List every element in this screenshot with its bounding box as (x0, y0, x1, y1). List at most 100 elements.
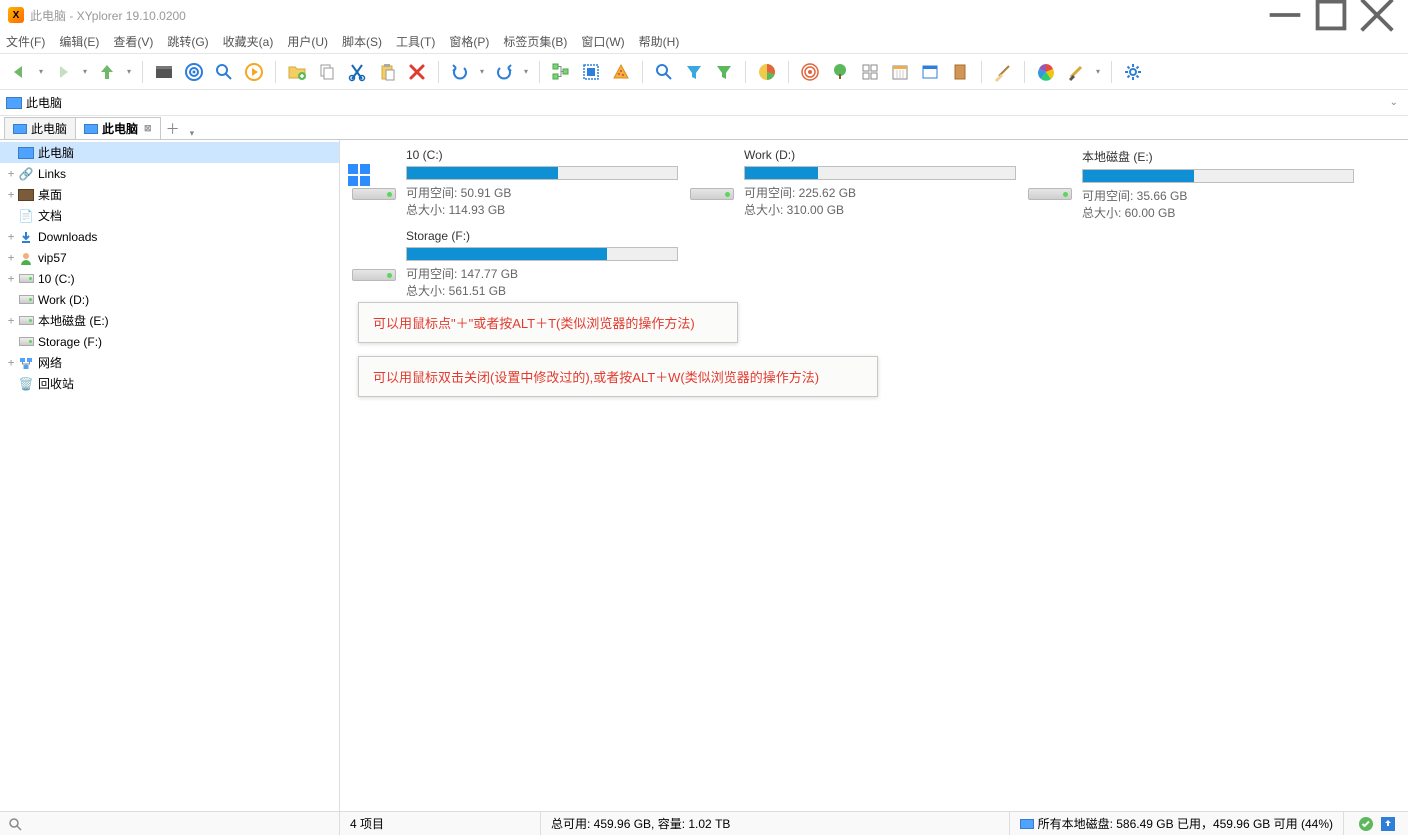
tab-close-icon[interactable]: ⊠ (144, 123, 152, 134)
tabs-row: 此电脑 此电脑 ⊠ ＋ ▾ (0, 116, 1408, 140)
tree-item-this-pc[interactable]: 此电脑 (0, 142, 339, 163)
delete-icon[interactable] (404, 59, 430, 85)
minimize-button[interactable] (1262, 0, 1308, 30)
tree-item-drive-d[interactable]: Work (D:) (0, 289, 339, 310)
grid4-icon[interactable] (857, 59, 883, 85)
document-icon: 📄 (18, 209, 34, 223)
expand-icon[interactable]: + (4, 251, 18, 265)
menu-favorites[interactable]: 收藏夹(a) (223, 33, 274, 50)
terminal-icon[interactable] (151, 59, 177, 85)
redo-icon[interactable] (491, 59, 517, 85)
tree-icon[interactable] (548, 59, 574, 85)
expand-icon[interactable]: + (4, 314, 18, 328)
window-icon[interactable] (917, 59, 943, 85)
calendar-icon[interactable] (887, 59, 913, 85)
back-button[interactable] (6, 59, 32, 85)
address-dropdown-icon[interactable]: ⌄ (1386, 97, 1402, 108)
search-target-icon[interactable] (211, 59, 237, 85)
close-button[interactable] (1354, 0, 1400, 30)
tip-box-2: 可以用鼠标双击关闭(设置中修改过的),或者按ALT＋W(类似浏览器的操作方法) (358, 356, 878, 397)
address-bar[interactable]: 此电脑 ⌄ (0, 90, 1408, 116)
tab-add-button[interactable]: ＋ (160, 119, 186, 139)
expand-icon[interactable]: + (4, 188, 18, 202)
broom-icon[interactable] (990, 59, 1016, 85)
brush-dropdown[interactable]: ▾ (1093, 67, 1103, 76)
hdd-icon (18, 274, 34, 283)
tree-item-documents[interactable]: 📄 文档 (0, 205, 339, 226)
drive-free-space: 可用空间: 225.62 GB (744, 184, 1016, 201)
menu-tools[interactable]: 工具(T) (396, 33, 435, 50)
forward-button[interactable] (50, 59, 76, 85)
tabs-dropdown[interactable]: ▾ (186, 128, 199, 139)
tree-item-recycle[interactable]: 🗑️ 回收站 (0, 373, 339, 394)
tip-text: 可以用鼠标点"＋"或者按ALT＋T(类似浏览器的操作方法) (373, 316, 695, 331)
status-search[interactable] (0, 812, 340, 835)
tree-item-drive-e[interactable]: + 本地磁盘 (E:) (0, 310, 339, 331)
paste-icon[interactable] (374, 59, 400, 85)
forward-dropdown[interactable]: ▾ (80, 67, 90, 76)
status-total-space: 总可用: 459.96 GB, 容量: 1.02 TB (540, 812, 890, 835)
undo-dropdown[interactable]: ▾ (477, 67, 487, 76)
book-icon[interactable] (947, 59, 973, 85)
drive-item[interactable]: 10 (C:) 可用空间: 50.91 GB 总大小: 114.93 GB (348, 148, 678, 221)
computer-icon (1020, 819, 1034, 829)
tree-item-desktop[interactable]: + 桌面 (0, 184, 339, 205)
play-icon[interactable] (241, 59, 267, 85)
tree-item-downloads[interactable]: + Downloads (0, 226, 339, 247)
piechart-icon[interactable] (754, 59, 780, 85)
tree-green-icon[interactable] (827, 59, 853, 85)
menu-file[interactable]: 文件(F) (6, 33, 45, 50)
expand-icon[interactable]: + (4, 167, 18, 181)
tree-item-drive-f[interactable]: Storage (F:) (0, 331, 339, 352)
tab-2[interactable]: 此电脑 ⊠ (75, 117, 161, 139)
back-dropdown[interactable]: ▾ (36, 67, 46, 76)
menu-edit[interactable]: 编辑(E) (59, 33, 99, 50)
tab-1[interactable]: 此电脑 (4, 117, 76, 139)
desktop-icon (18, 189, 34, 201)
up-dropdown[interactable]: ▾ (124, 67, 134, 76)
expand-icon[interactable]: + (4, 272, 18, 286)
spiral-icon[interactable] (797, 59, 823, 85)
folder-tree[interactable]: 此电脑 + 🔗 Links + 桌面 📄 文档 + Downloads + vi… (0, 140, 340, 811)
window-title: 此电脑 - XYplorer 19.10.0200 (30, 7, 186, 24)
target-icon[interactable] (181, 59, 207, 85)
expand-icon[interactable]: + (4, 356, 18, 370)
gear-icon[interactable] (1120, 59, 1146, 85)
drive-total-size: 总大小: 310.00 GB (744, 201, 1016, 218)
menu-scripts[interactable]: 脚本(S) (342, 33, 382, 50)
tree-item-links[interactable]: + 🔗 Links (0, 163, 339, 184)
pizza-icon[interactable] (608, 59, 634, 85)
filter-green-icon[interactable] (711, 59, 737, 85)
menu-help[interactable]: 帮助(H) (639, 33, 680, 50)
drive-free-space: 可用空间: 50.91 GB (406, 184, 678, 201)
menu-view[interactable]: 查看(V) (113, 33, 153, 50)
drive-item[interactable]: Storage (F:) 可用空间: 147.77 GB 总大小: 561.51… (348, 229, 678, 299)
search-icon[interactable] (651, 59, 677, 85)
computer-icon (6, 97, 22, 109)
copy-icon[interactable] (314, 59, 340, 85)
menu-window[interactable]: 窗口(W) (581, 33, 624, 50)
brush-icon[interactable] (1063, 59, 1089, 85)
drive-name: 本地磁盘 (E:) (1082, 148, 1354, 165)
drive-item[interactable]: 本地磁盘 (E:) 可用空间: 35.66 GB 总大小: 60.00 GB (1024, 148, 1354, 221)
drive-item[interactable]: Work (D:) 可用空间: 225.62 GB 总大小: 310.00 GB (686, 148, 1016, 221)
tree-item-user[interactable]: + vip57 (0, 247, 339, 268)
menu-panes[interactable]: 窗格(P) (449, 33, 489, 50)
maximize-button[interactable] (1308, 0, 1354, 30)
up-button[interactable] (94, 59, 120, 85)
cut-icon[interactable] (344, 59, 370, 85)
redo-dropdown[interactable]: ▾ (521, 67, 531, 76)
menu-go[interactable]: 跳转(G) (167, 33, 208, 50)
filter-icon[interactable] (681, 59, 707, 85)
colorwheel-icon[interactable] (1033, 59, 1059, 85)
recycle-icon: 🗑️ (18, 377, 34, 391)
menu-user[interactable]: 用户(U) (287, 33, 328, 50)
menu-tabsets[interactable]: 标签页集(B) (503, 33, 567, 50)
tab-label: 此电脑 (102, 120, 138, 137)
new-folder-icon[interactable] (284, 59, 310, 85)
undo-icon[interactable] (447, 59, 473, 85)
tree-item-network[interactable]: + 网络 (0, 352, 339, 373)
select-all-icon[interactable] (578, 59, 604, 85)
tree-item-drive-c[interactable]: + 10 (C:) (0, 268, 339, 289)
expand-icon[interactable]: + (4, 230, 18, 244)
